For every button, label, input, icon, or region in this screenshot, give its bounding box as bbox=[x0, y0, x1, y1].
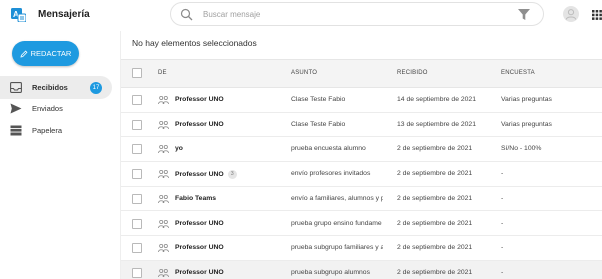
message-received-date: 2 de septiembre de 2021 bbox=[397, 194, 473, 202]
sidebar-item-label: Papelera bbox=[32, 126, 63, 135]
message-subject: envío profesores invitados bbox=[291, 170, 371, 178]
table-row[interactable]: Professor UNO Clase Teste Fabio 13 de sept… bbox=[121, 112, 602, 138]
sender-name: Professor UNO bbox=[175, 171, 224, 179]
message-from: Fabio Teams bbox=[175, 195, 216, 202]
table-row[interactable]: yo prueba encuesta alumno 2 de septiembre … bbox=[121, 137, 602, 163]
search-bar[interactable] bbox=[170, 2, 544, 26]
message-received-date: 2 de septiembre de 2021 bbox=[397, 170, 473, 178]
thread-count-badge: 3 bbox=[227, 170, 237, 180]
user-icon bbox=[565, 9, 577, 20]
row-checkbox[interactable] bbox=[132, 243, 142, 254]
message-survey: - bbox=[501, 194, 504, 202]
sender-name: Professor UNO bbox=[175, 268, 224, 276]
message-received-date: 14 de septiembre de 2021 bbox=[397, 96, 476, 103]
sidebar-item-label: Recibidos bbox=[32, 83, 68, 92]
table-row[interactable]: Professor UNO prueba grupo ensino fundame… bbox=[121, 211, 602, 237]
message-from: Professor UNO bbox=[175, 269, 224, 276]
sidebar-item-inbox[interactable]: Recibidos 17 bbox=[0, 76, 112, 99]
send-icon bbox=[10, 103, 22, 114]
sender-name: yo bbox=[175, 145, 183, 153]
sender-name: Professor UNO bbox=[175, 120, 224, 128]
apps-grid-icon[interactable] bbox=[592, 10, 602, 20]
message-from: Professor UNO bbox=[175, 220, 224, 227]
group-message-icon bbox=[158, 268, 169, 278]
message-received-date: 2 de septiembre de 2021 bbox=[397, 145, 473, 153]
message-survey: Sí/No - 100% bbox=[501, 145, 542, 153]
avatar[interactable] bbox=[563, 6, 579, 22]
message-received-date: 2 de septiembre de 2021 bbox=[397, 244, 473, 252]
group-message-icon bbox=[158, 145, 169, 154]
message-from: Professor UNO bbox=[175, 96, 224, 103]
compose-button[interactable]: REDACTAR bbox=[12, 41, 79, 66]
message-survey: - bbox=[501, 170, 504, 178]
message-survey: - bbox=[501, 268, 504, 276]
message-subject: prueba grupo ensino fundame bbox=[291, 219, 382, 227]
group-message-icon bbox=[158, 170, 169, 179]
app-title: Mensajería bbox=[38, 9, 90, 20]
row-checkbox[interactable] bbox=[132, 218, 142, 229]
trash-icon bbox=[10, 125, 22, 136]
row-checkbox[interactable] bbox=[132, 144, 142, 155]
group-message-icon bbox=[158, 219, 169, 228]
message-from: Professor UNO 3 bbox=[175, 170, 237, 180]
message-subject: prueba subgrupo familiares y a bbox=[291, 244, 383, 252]
select-all-checkbox[interactable] bbox=[132, 68, 142, 78]
table-row[interactable]: Professor UNO prueba subgrupo alumnos 2 de… bbox=[121, 260, 602, 279]
message-from: Professor UNO bbox=[175, 121, 224, 128]
column-header-from[interactable]: DE bbox=[158, 70, 167, 76]
unread-count-badge: 17 bbox=[90, 81, 102, 94]
table-row[interactable]: Professor UNO prueba subgrupo familiares … bbox=[121, 236, 602, 261]
message-survey: Varias preguntas bbox=[501, 120, 552, 128]
message-list-panel: No hay elementos seleccionados DE ASUNTO… bbox=[120, 31, 602, 279]
group-message-icon bbox=[158, 120, 169, 129]
message-survey: Varias preguntas bbox=[501, 96, 552, 103]
message-survey: - bbox=[501, 244, 504, 252]
sender-name: Professor UNO bbox=[175, 96, 224, 103]
message-subject: prueba encuesta alumno bbox=[291, 145, 366, 153]
column-header-survey[interactable]: ENCUESTA bbox=[501, 70, 535, 76]
message-from: Professor UNO bbox=[175, 244, 224, 251]
app-logo-icon[interactable]: A bbox=[11, 8, 26, 22]
row-checkbox[interactable] bbox=[132, 95, 142, 105]
table-row[interactable]: Fabio Teams envío a familiares, alumnos y… bbox=[121, 186, 602, 212]
message-received-date: 13 de septiembre de 2021 bbox=[397, 120, 476, 128]
message-subject: Clase Teste Fabio bbox=[291, 96, 346, 103]
message-subject: Clase Teste Fabio bbox=[291, 120, 346, 128]
message-received-date: 2 de septiembre de 2021 bbox=[397, 268, 473, 276]
table-header: DE ASUNTO RECIBIDO ENCUESTA bbox=[121, 59, 602, 88]
sidebar-item-sent[interactable]: Enviados bbox=[0, 97, 112, 120]
sender-name: Professor UNO bbox=[175, 244, 224, 252]
column-header-received[interactable]: RECIBIDO bbox=[397, 70, 428, 76]
selection-status: No hay elementos seleccionados bbox=[132, 38, 257, 48]
row-checkbox[interactable] bbox=[132, 119, 142, 130]
compose-label: REDACTAR bbox=[30, 49, 72, 58]
group-message-icon bbox=[158, 244, 169, 253]
sidebar-item-trash[interactable]: Papelera bbox=[0, 119, 112, 142]
pencil-icon bbox=[20, 50, 28, 58]
message-subject: envío a familiares, alumnos y p bbox=[291, 194, 383, 202]
row-checkbox[interactable] bbox=[132, 169, 142, 180]
group-message-icon bbox=[158, 95, 169, 105]
inbox-icon bbox=[10, 82, 22, 93]
search-input[interactable] bbox=[203, 7, 503, 22]
search-icon[interactable] bbox=[180, 8, 193, 21]
group-message-icon bbox=[158, 194, 169, 203]
sidebar-item-label: Enviados bbox=[32, 104, 63, 113]
table-row[interactable]: Professor UNO Clase Teste Fabio 14 de sept… bbox=[121, 88, 602, 113]
table-row[interactable]: Professor UNO 3 envío profesores invitados… bbox=[121, 162, 602, 187]
column-header-subject[interactable]: ASUNTO bbox=[291, 70, 317, 76]
message-subject: prueba subgrupo alumnos bbox=[291, 268, 370, 276]
top-bar: A Mensajería bbox=[0, 0, 602, 31]
row-checkbox[interactable] bbox=[132, 267, 142, 278]
sender-name: Fabio Teams bbox=[175, 194, 217, 202]
message-received-date: 2 de septiembre de 2021 bbox=[397, 219, 473, 227]
filter-icon[interactable] bbox=[518, 9, 530, 20]
sidebar: REDACTAR Recibidos 17 Enviados Papelera bbox=[0, 31, 120, 279]
row-checkbox[interactable] bbox=[132, 193, 142, 204]
message-survey: - bbox=[501, 219, 504, 227]
message-from: yo bbox=[175, 145, 183, 152]
sender-name: Professor UNO bbox=[175, 219, 224, 227]
